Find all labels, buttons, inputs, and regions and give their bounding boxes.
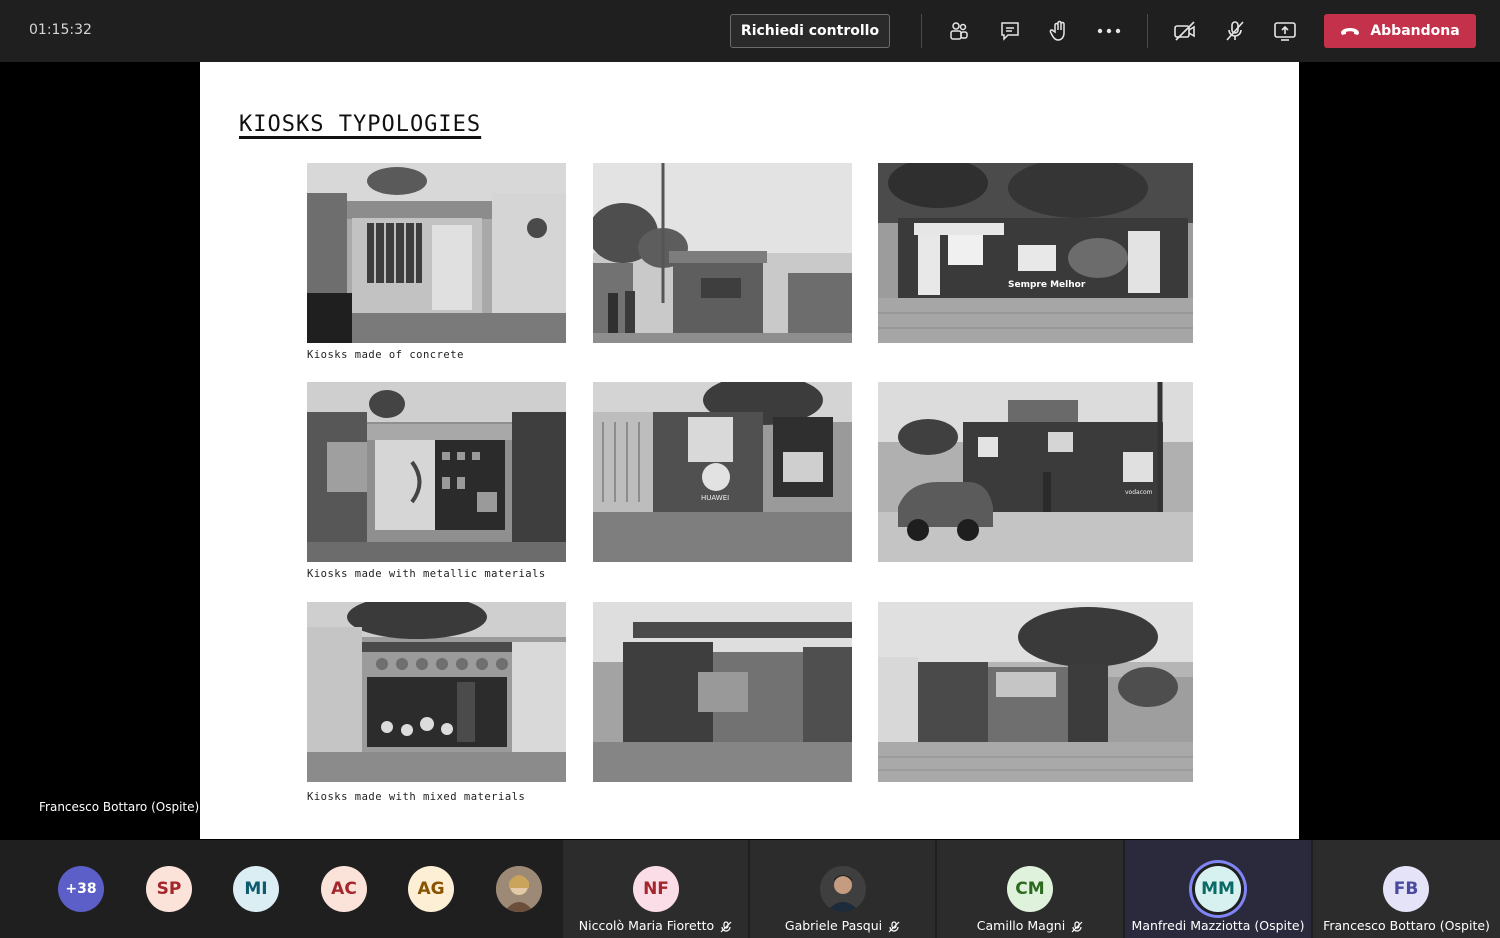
participant-name: Niccolò Maria Fioretto bbox=[578, 918, 715, 933]
caption-concrete: Kiosks made of concrete bbox=[307, 349, 464, 361]
participant-tile[interactable]: FB Francesco Bottaro (Ospite) bbox=[1313, 840, 1500, 938]
participant-avatar: CM bbox=[1007, 866, 1053, 912]
caption-metallic: Kiosks made with metallic materials bbox=[307, 568, 546, 580]
kiosk-photo-mixed-2 bbox=[593, 602, 852, 782]
participant-name: Francesco Bottaro (Ospite) bbox=[1323, 918, 1490, 933]
participant-avatar[interactable]: SP bbox=[146, 866, 192, 912]
mic-off-icon bbox=[1071, 920, 1083, 932]
meeting-toolbar: 01:15:32 Richiedi controllo Abbandona bbox=[0, 0, 1500, 62]
toolbar-divider bbox=[1147, 14, 1148, 48]
participant-strip: +38 SP MI AC AG NF Niccolò Maria Fiorett… bbox=[0, 840, 1500, 938]
participants-icon[interactable] bbox=[944, 16, 974, 46]
kiosk-photo-concrete-2 bbox=[593, 163, 852, 343]
participant-tile[interactable]: NF Niccolò Maria Fioretto bbox=[563, 840, 748, 938]
raise-hand-icon[interactable] bbox=[1044, 16, 1074, 46]
kiosk-photo-metallic-2: HUAWEI bbox=[593, 382, 852, 562]
sempre-melhor-sign-text: Sempre Melhor bbox=[1008, 280, 1086, 290]
leave-button-label: Abbandona bbox=[1370, 23, 1460, 39]
presentation-slide: KIOSKS TYPOLOGIES Sempre Melhor Kiosks m… bbox=[200, 62, 1299, 839]
participant-avatar: NF bbox=[633, 866, 679, 912]
request-control-button[interactable]: Richiedi controllo bbox=[730, 14, 890, 48]
participant-name: Camillo Magni bbox=[976, 918, 1066, 933]
mic-off-icon[interactable] bbox=[1220, 16, 1250, 46]
leave-button[interactable]: Abbandona bbox=[1324, 14, 1476, 48]
participant-avatar: MM bbox=[1195, 866, 1241, 912]
overflow-participants-button[interactable]: +38 bbox=[58, 866, 104, 912]
participant-avatar: FB bbox=[1383, 866, 1429, 912]
participant-avatar[interactable]: AC bbox=[321, 866, 367, 912]
kiosk-photo-metallic-1 bbox=[307, 382, 566, 562]
participant-tile[interactable]: Gabriele Pasqui bbox=[750, 840, 935, 938]
more-icon[interactable] bbox=[1094, 16, 1124, 46]
slide-title: KIOSKS TYPOLOGIES bbox=[239, 112, 482, 137]
participant-name-row: Niccolò Maria Fioretto bbox=[563, 918, 748, 933]
share-screen-icon[interactable] bbox=[1270, 16, 1300, 46]
participant-avatar[interactable]: MI bbox=[233, 866, 279, 912]
vodacom-sign-text: vodacom bbox=[1125, 489, 1153, 496]
participant-name: Manfredi Mazziotta (Ospite) bbox=[1131, 918, 1305, 933]
mic-off-icon bbox=[720, 920, 732, 932]
kiosk-photo-mixed-1 bbox=[307, 602, 566, 782]
mic-off-icon bbox=[888, 920, 900, 932]
participant-name-row: Camillo Magni bbox=[937, 918, 1123, 933]
chat-icon[interactable] bbox=[995, 16, 1025, 46]
toolbar-divider bbox=[921, 14, 922, 48]
participant-name: Gabriele Pasqui bbox=[784, 918, 883, 933]
kiosk-photo-concrete-3: Sempre Melhor bbox=[878, 163, 1193, 343]
presenter-label: Francesco Bottaro (Ospite) bbox=[39, 800, 200, 814]
kiosk-photo-mixed-3 bbox=[878, 602, 1193, 782]
participant-tile[interactable]: CM Camillo Magni bbox=[937, 840, 1123, 938]
caption-mixed: Kiosks made with mixed materials bbox=[307, 791, 526, 803]
shared-content-stage: KIOSKS TYPOLOGIES Sempre Melhor Kiosks m… bbox=[0, 62, 1500, 840]
meeting-timer: 01:15:32 bbox=[29, 22, 92, 38]
participant-name-row: Gabriele Pasqui bbox=[750, 918, 935, 933]
participant-avatar[interactable]: AG bbox=[408, 866, 454, 912]
participant-tile-speaking[interactable]: MM Manfredi Mazziotta (Ospite) bbox=[1125, 840, 1311, 938]
kiosk-photo-metallic-3: vodacom bbox=[878, 382, 1193, 562]
participant-photo-avatar bbox=[820, 866, 866, 912]
hangup-icon bbox=[1341, 28, 1360, 35]
kiosk-photo-concrete-1 bbox=[307, 163, 566, 343]
huawei-sign-text: HUAWEI bbox=[701, 494, 729, 502]
participant-photo-avatar[interactable] bbox=[496, 866, 542, 912]
camera-off-icon[interactable] bbox=[1170, 16, 1200, 46]
